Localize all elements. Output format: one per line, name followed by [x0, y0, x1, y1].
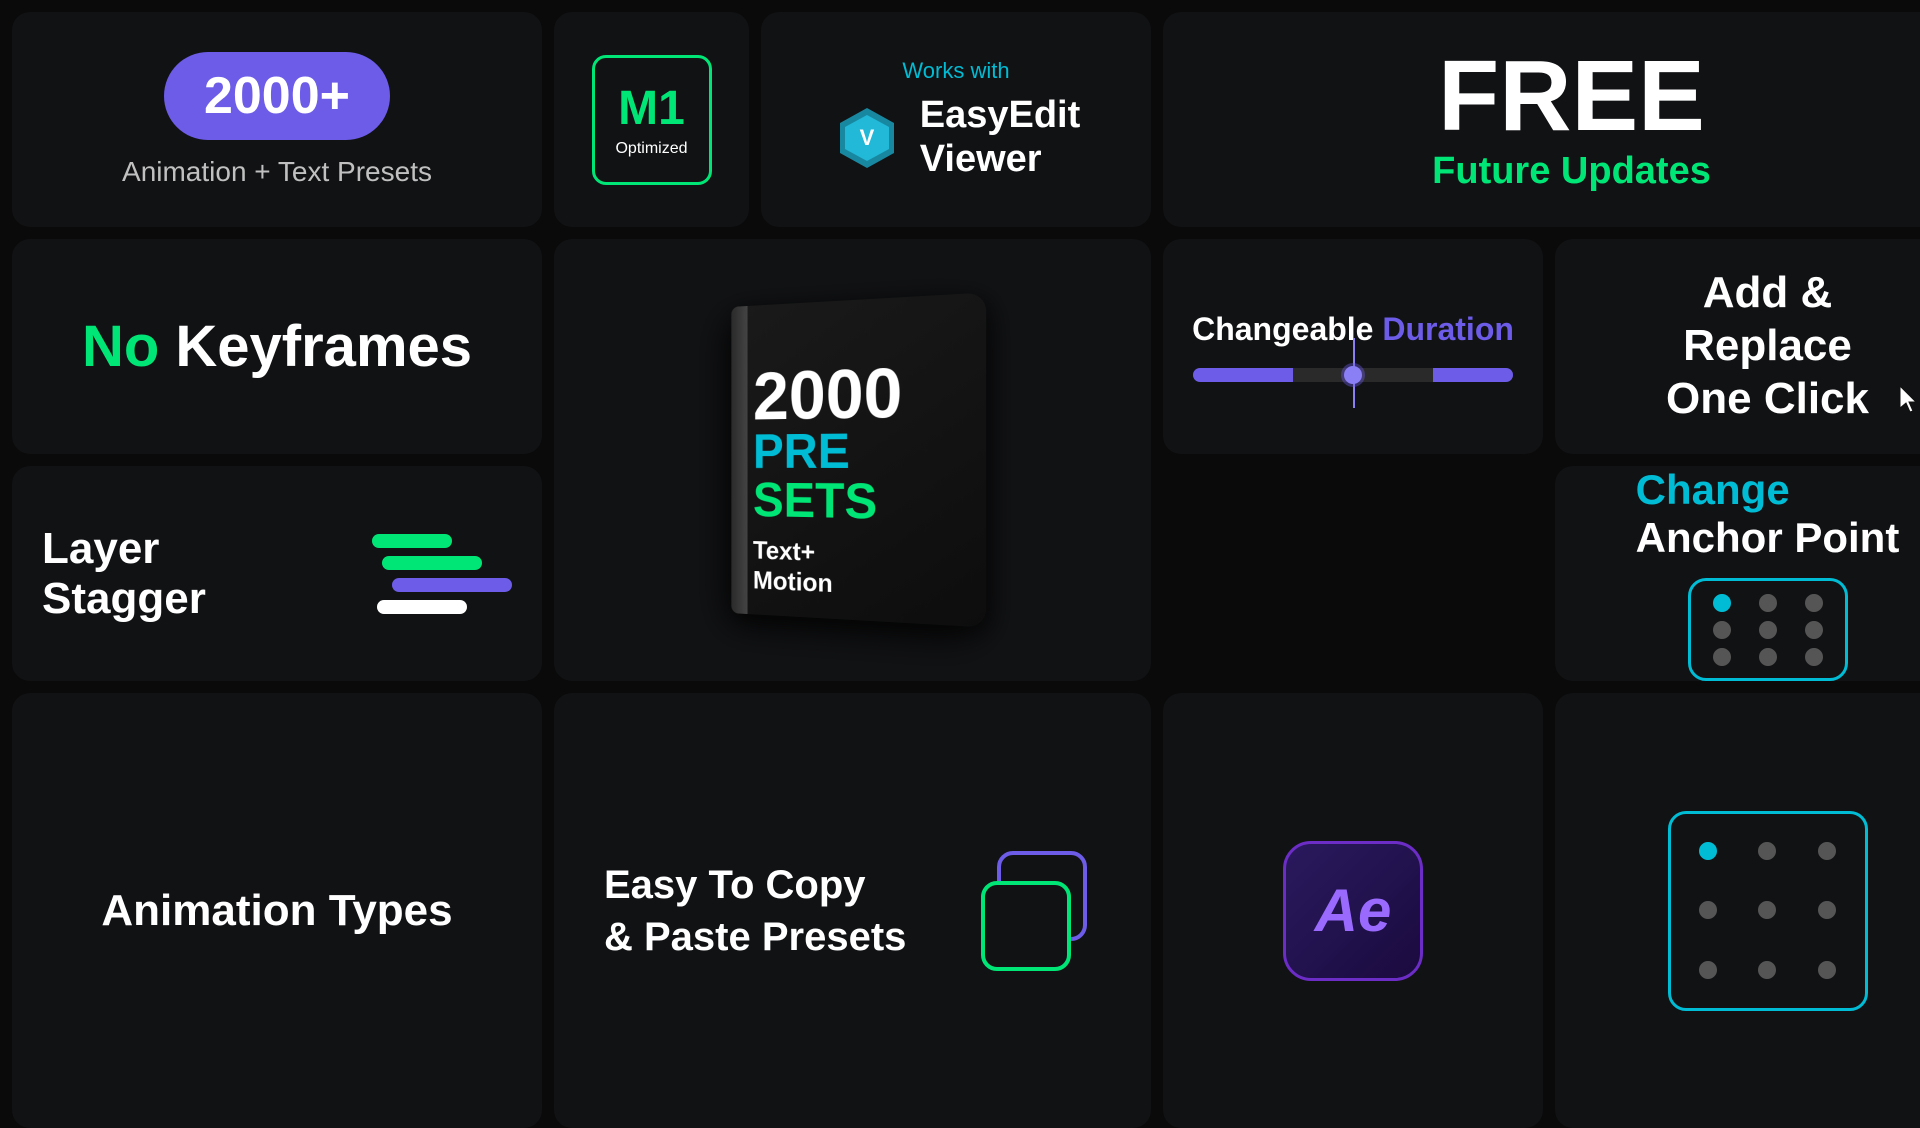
add-replace-text: Add &ReplaceOne Click [1666, 267, 1869, 425]
m1-text: M1 [618, 81, 685, 136]
anchor-dot2-bc [1758, 961, 1776, 979]
preset-book: 2000 PRE SETS Text+Motion [731, 292, 986, 627]
changeable-duration-cell: Changeable Duration [1163, 239, 1543, 454]
easyedit-cell: Works with V EasyEditViewer [761, 12, 1151, 227]
presets-count-cell: 2000+ Animation + Text Presets [12, 12, 542, 227]
anchor-dot2-tc [1758, 842, 1776, 860]
free-label: FREE [1438, 46, 1705, 146]
stagger-bar-1 [372, 534, 452, 548]
anchor-dot2-mr [1818, 901, 1836, 919]
animation-types-cell: Animation Types [12, 693, 542, 1128]
anchor-dot2-br [1818, 961, 1836, 979]
stagger-bar-2 [382, 556, 482, 570]
anchor-dot-br [1805, 648, 1823, 666]
easyedit-logo-icon: V [832, 103, 902, 173]
copy-paste-icon [981, 851, 1101, 971]
free-updates-cell: FREE Future Updates [1163, 12, 1920, 227]
anchor-dot-mr [1805, 621, 1823, 639]
presets-book-cell: 2000 PRE SETS Text+Motion [554, 239, 1151, 681]
works-with-label: Works with [902, 58, 1009, 84]
anchor-dot-tl [1713, 594, 1731, 612]
no-keyframes-text: No Keyframes [82, 313, 472, 380]
preset-sets-text: SETS [752, 475, 876, 526]
change-anchor-cell: Change Anchor Point [1555, 466, 1920, 681]
stagger-bars [372, 534, 512, 614]
anchor-dot-tr [1805, 594, 1823, 612]
ae-text: Ae [1315, 876, 1392, 945]
copy-rect-front [981, 881, 1071, 971]
badge-2000: 2000+ [164, 52, 390, 140]
m1-optimized-cell: M1 Optimized [554, 12, 749, 227]
layer-stagger-cell: Layer Stagger [12, 466, 542, 681]
duration-bar [1193, 368, 1513, 382]
future-updates-label: Future Updates [1432, 150, 1711, 193]
anchor-dot-mc [1759, 621, 1777, 639]
anchor-dot2-bl [1699, 961, 1717, 979]
cursor-icon [1900, 386, 1920, 416]
easyedit-row: V EasyEditViewer [832, 94, 1081, 181]
preset-pre-text: PRE [752, 426, 849, 476]
copy-paste-text-container: Easy To Copy& Paste Presets [604, 859, 951, 963]
no-label: No [82, 314, 159, 379]
anchor-dot2-ml [1699, 901, 1717, 919]
preset-number: 2000 [752, 361, 902, 427]
anchor-dot-ml [1713, 621, 1731, 639]
keyframes-label: Keyframes [159, 314, 472, 379]
anchor-dot-bl [1713, 648, 1731, 666]
duration-label: Duration [1382, 311, 1514, 347]
optimized-text: Optimized [615, 140, 687, 158]
anchor-dot2-tl [1699, 842, 1717, 860]
anchor-dot2-mc [1758, 901, 1776, 919]
change-anchor-header: Change Anchor Point [1636, 466, 1900, 562]
layer-stagger-text: Layer Stagger [42, 524, 320, 624]
anchor-dot-tc [1759, 594, 1777, 612]
anchor-dot2-tr [1818, 842, 1836, 860]
badge-2000-text: 2000+ [204, 67, 350, 125]
preset-subtitle-text: Text+Motion [752, 535, 832, 599]
animation-types-text: Animation Types [101, 886, 452, 936]
m1-box: M1 Optimized [592, 55, 712, 185]
stagger-bar-4 [377, 600, 467, 614]
duration-bar-left-fill [1193, 368, 1293, 382]
easyedit-name-text: EasyEditViewer [920, 94, 1081, 181]
anchor-point-label: Anchor Point [1636, 514, 1900, 562]
ae-icon-box: Ae [1283, 841, 1423, 981]
stagger-bar-3 [392, 578, 512, 592]
after-effects-cell: Ae [1163, 693, 1543, 1128]
animation-presets-label: Animation + Text Presets [122, 156, 432, 188]
anchor-grid-box-2 [1668, 811, 1868, 1011]
change-label: Change [1636, 466, 1900, 514]
svg-text:V: V [859, 125, 874, 150]
copy-paste-text: Easy To Copy& Paste Presets [604, 863, 906, 959]
anchor-grid-box [1688, 578, 1848, 681]
preset-book-container: 2000 PRE SETS Text+Motion [554, 239, 1151, 681]
copy-paste-cell: Easy To Copy& Paste Presets [554, 693, 1151, 1128]
anchor-grid-cell-2 [1555, 693, 1920, 1128]
duration-bar-handle [1344, 366, 1362, 384]
add-replace-cell: Add &ReplaceOne Click [1555, 239, 1920, 454]
duration-bar-right-fill [1433, 368, 1513, 382]
no-keyframes-cell: No Keyframes [12, 239, 542, 454]
anchor-dot-bc [1759, 648, 1777, 666]
